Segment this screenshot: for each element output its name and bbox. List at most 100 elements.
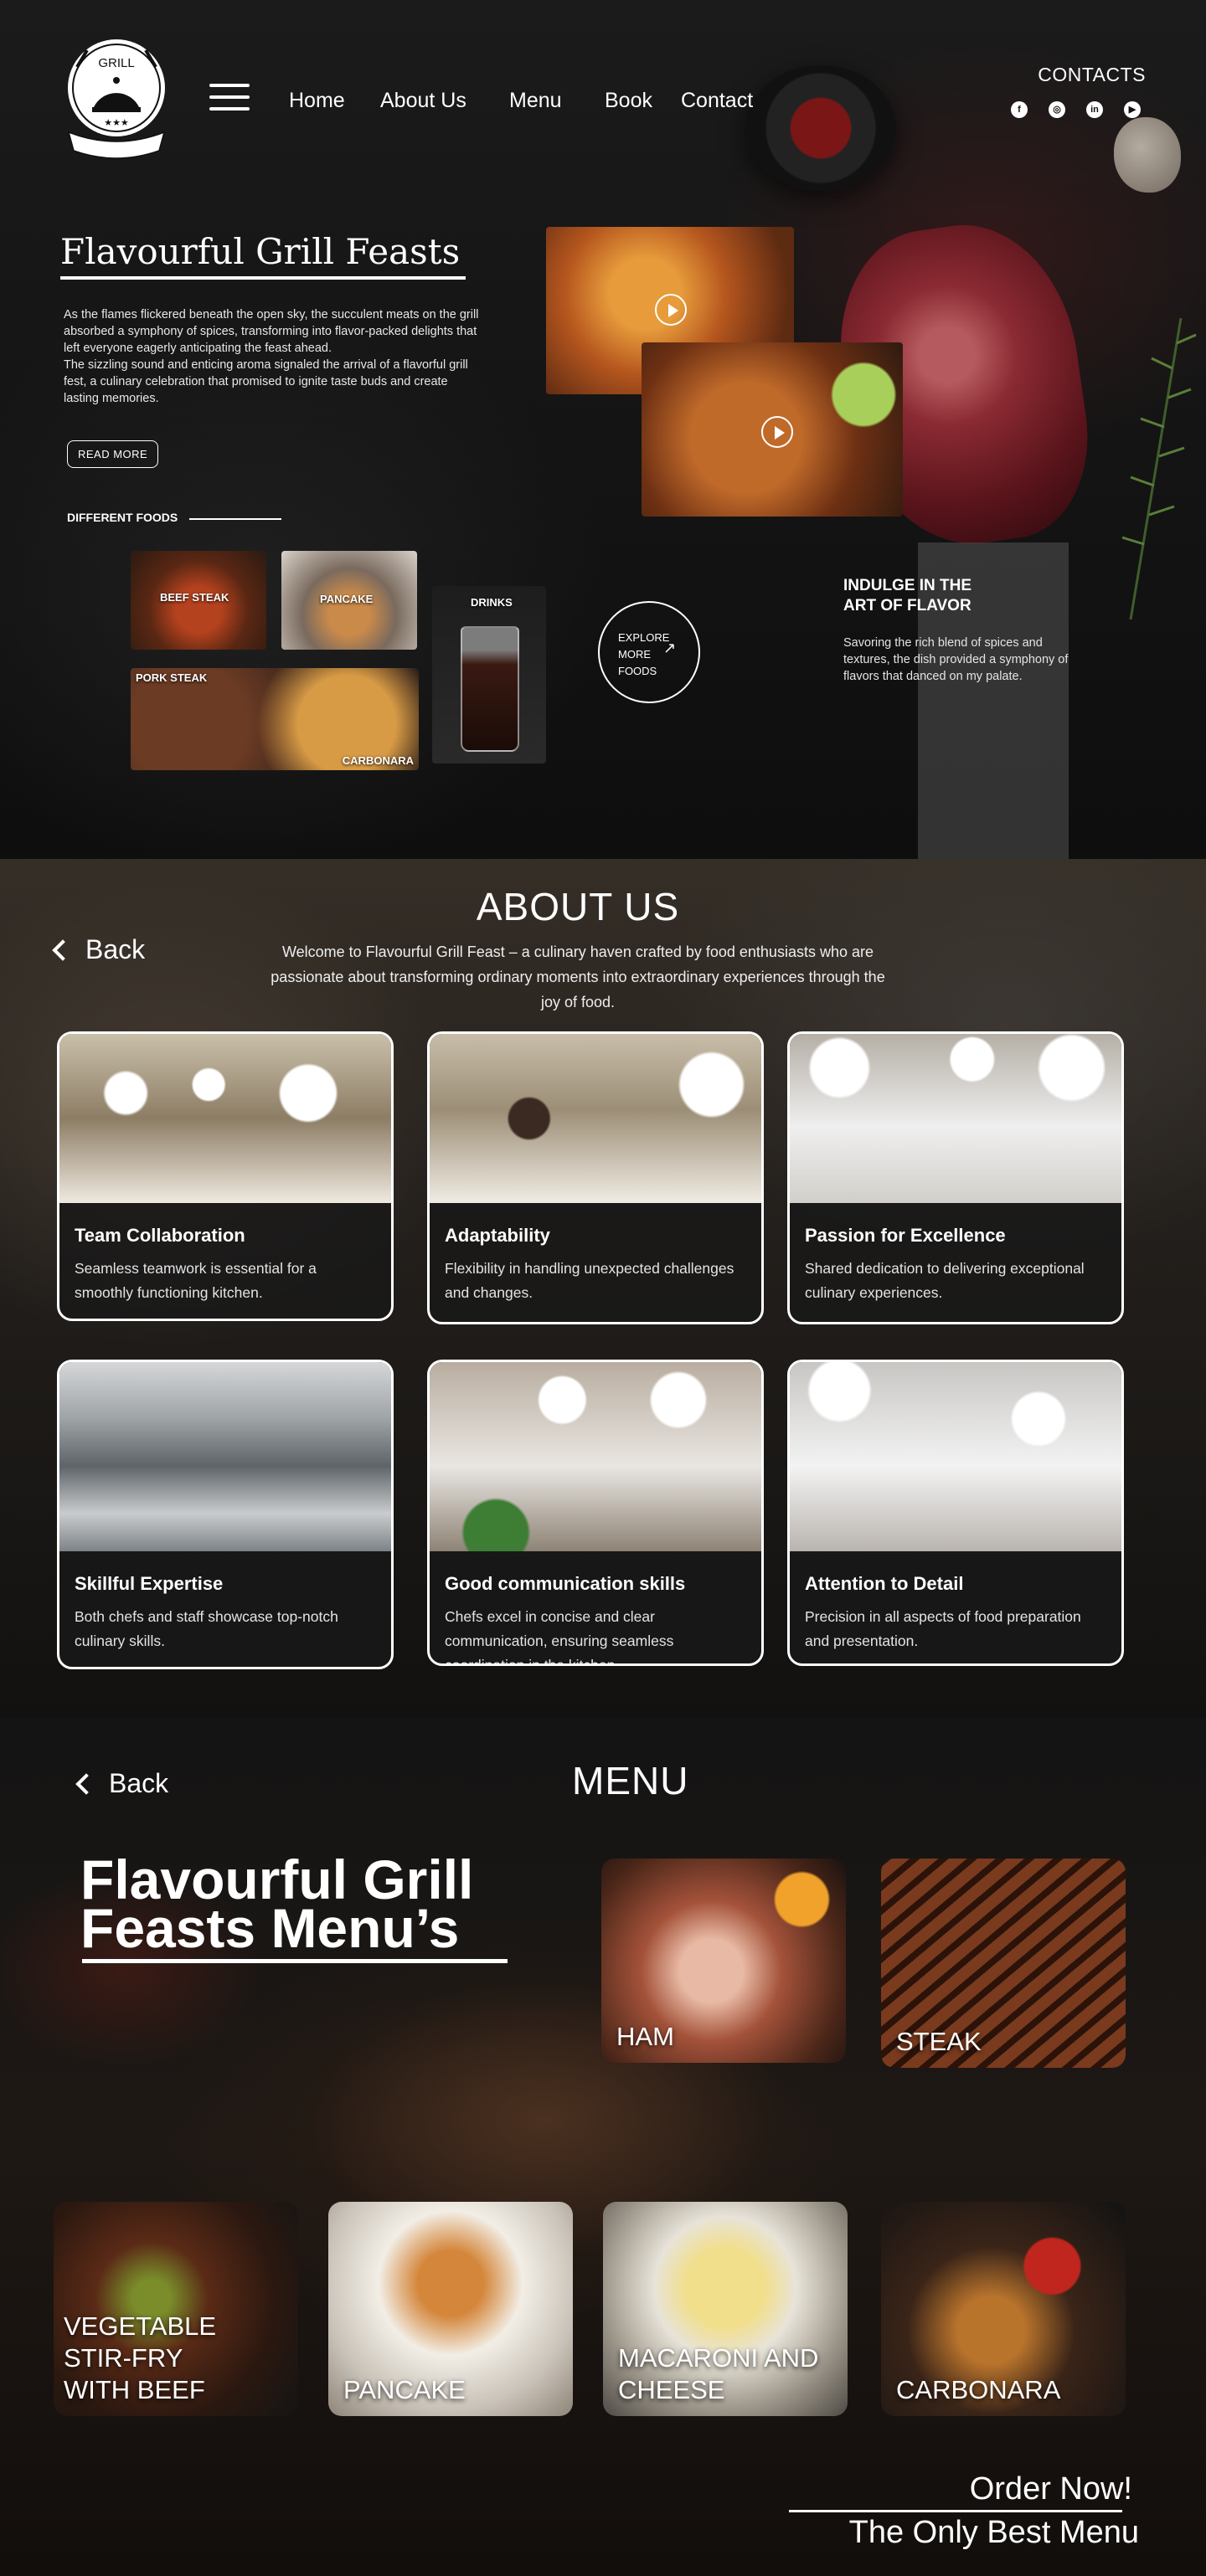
card-text: Precision in all aspects of food prepara…	[805, 1608, 1081, 1649]
back-label: Back	[85, 934, 146, 964]
menu-tagline: The Only Best Menu	[848, 2515, 1139, 2550]
dish-card-carbonara[interactable]: CARBONARA	[881, 2202, 1126, 2416]
food-tile-drinks[interactable]: DRINKS	[432, 586, 546, 764]
about-card: Good communication skills Chefs excel in…	[427, 1360, 764, 1666]
indulge-title: INDULGE IN THE ART OF FLAVOR	[843, 576, 972, 616]
about-title: ABOUT US	[476, 885, 680, 928]
card-text: Seamless teamwork is essential for a smo…	[75, 1260, 317, 1301]
hero-paragraph-1: As the flames flickered beneath the open…	[64, 308, 479, 355]
read-more-button[interactable]: READ MORE	[67, 440, 159, 468]
explore-line: FOODS	[618, 665, 657, 677]
food-tile-beef-steak[interactable]: BEEF STEAK	[131, 551, 266, 650]
card-title: Team Collaboration	[75, 1225, 245, 1246]
youtube-icon[interactable]: ▶	[1124, 101, 1141, 118]
hamburger-menu-icon[interactable]	[209, 84, 250, 111]
about-intro: Welcome to Flavourful Grill Feast – a cu…	[271, 944, 885, 1010]
food-tile-pork-steak-carbonara[interactable]: PORK STEAK CARBONARA	[131, 668, 419, 770]
dish-name-line: MACARONI AND	[618, 2343, 819, 2373]
chefs-photo	[790, 1034, 1121, 1203]
card-text: Chefs excel in concise and clear communi…	[445, 1608, 674, 1666]
play-icon[interactable]	[761, 416, 793, 448]
different-foods-label: DIFFERENT FOODS	[67, 511, 178, 524]
dish-name: CARBONARA	[896, 2375, 1061, 2404]
instagram-icon[interactable]: ◎	[1049, 101, 1065, 118]
chefs-photo	[430, 1362, 761, 1551]
video-thumbnail-chicken[interactable]	[642, 342, 903, 517]
card-text: Shared dedication to delivering exceptio…	[805, 1260, 1085, 1301]
contacts-title: CONTACTS	[1038, 64, 1146, 85]
dish-name: VEGETABLE STIR-FRY WITH BEEF	[64, 2311, 216, 2406]
explore-line: EXPLORE	[618, 631, 670, 644]
cola-glass-image	[461, 626, 519, 752]
about-card: Skillful Expertise Both chefs and staff …	[57, 1360, 394, 1669]
nav-book[interactable]: Book	[605, 89, 652, 113]
menu-headline-line: Feasts Menu’s	[80, 1897, 460, 1959]
about-card: Attention to Detail Precision in all asp…	[787, 1360, 1124, 1666]
different-foods-divider	[189, 518, 281, 520]
chefs-photo	[790, 1362, 1121, 1551]
chevron-left-icon	[75, 1772, 97, 1795]
order-now-link[interactable]: Order Now!	[970, 2471, 1132, 2507]
order-now-underline	[789, 2510, 1122, 2512]
dish-name-line: STIR-FRY	[64, 2343, 183, 2373]
dish-card-vegetable-stir-fry[interactable]: VEGETABLE STIR-FRY WITH BEEF	[54, 2202, 298, 2416]
food-tile-pancake[interactable]: PANCAKE	[281, 551, 417, 650]
indulge-title-line: ART OF FLAVOR	[843, 597, 972, 614]
card-title: Good communication skills	[445, 1573, 686, 1594]
menu-back-button[interactable]: Back	[75, 1768, 169, 1799]
peppercorn-bowl	[745, 65, 896, 191]
about-card: Adaptability Flexibility in handling une…	[427, 1031, 764, 1324]
linkedin-icon[interactable]: in	[1086, 101, 1103, 118]
dish-card-macaroni[interactable]: MACARONI AND CHEESE	[603, 2202, 848, 2416]
svg-text:★★★: ★★★	[104, 118, 129, 128]
dish-name-line: WITH BEEF	[64, 2375, 205, 2404]
about-back-button[interactable]: Back	[52, 934, 146, 965]
hero-title: Flavourful Grill Feasts	[60, 231, 461, 272]
food-tile-label: BEEF STEAK	[160, 591, 229, 604]
garlic-clove	[1114, 117, 1181, 193]
dish-name: MACARONI AND CHEESE	[618, 2342, 818, 2406]
facebook-icon[interactable]: f	[1011, 101, 1028, 118]
dish-card-steak[interactable]: STEAK	[881, 1859, 1126, 2068]
about-card: Passion for Excellence Shared dedication…	[787, 1031, 1124, 1324]
food-tile-label: CARBONARA	[342, 754, 414, 767]
chefs-photo	[59, 1034, 391, 1203]
indulge-text: Savoring the rich blend of spices and te…	[843, 636, 1069, 683]
food-tile-label: PANCAKE	[320, 593, 374, 605]
dish-name-line: VEGETABLE	[64, 2311, 217, 2341]
svg-text:GRILL: GRILL	[98, 56, 134, 70]
hero-section: GRILL ★★★ Home About Us Menu Book Contac…	[0, 0, 1206, 859]
card-title: Adaptability	[445, 1225, 550, 1246]
chefs-photo	[430, 1034, 761, 1203]
play-icon[interactable]	[655, 294, 687, 326]
food-tile-label: DRINKS	[471, 596, 513, 609]
kitchen-photo	[59, 1362, 391, 1551]
dish-name: PANCAKE	[343, 2375, 466, 2404]
hero-paragraph: As the flames flickered beneath the open…	[64, 306, 482, 407]
card-text: Flexibility in handling unexpected chall…	[445, 1260, 734, 1301]
nav-contact[interactable]: Contact	[681, 89, 753, 113]
card-title: Attention to Detail	[805, 1573, 964, 1594]
back-label: Back	[109, 1768, 169, 1798]
nav-menu[interactable]: Menu	[509, 89, 562, 113]
dish-name-line: CHEESE	[618, 2375, 725, 2404]
hero-paragraph-2: The sizzling sound and enticing aroma si…	[64, 358, 468, 405]
menu-title: MENU	[572, 1759, 689, 1802]
dish-name: STEAK	[896, 2027, 982, 2056]
arrow-up-right-icon: ↗	[663, 640, 677, 656]
grill-logo[interactable]: GRILL ★★★	[62, 33, 171, 167]
card-title: Skillful Expertise	[75, 1573, 224, 1594]
card-title: Passion for Excellence	[805, 1225, 1006, 1246]
hero-title-underline	[60, 276, 466, 280]
dish-card-pancake[interactable]: PANCAKE	[328, 2202, 573, 2416]
dish-card-ham[interactable]: HAM	[601, 1859, 846, 2063]
nav-about-us[interactable]: About Us	[380, 89, 466, 113]
food-tile-label: PORK STEAK	[136, 671, 208, 684]
menu-headline: Flavourful Grill Feasts Menu’s	[80, 1852, 473, 1959]
about-section: Back ABOUT US Welcome to Flavourful Gril…	[0, 859, 1206, 1718]
card-text: Both chefs and staff showcase top-notch …	[75, 1608, 338, 1649]
rosemary-sprig	[1121, 318, 1197, 620]
nav-home[interactable]: Home	[289, 89, 345, 113]
indulge-title-line: INDULGE IN THE	[843, 577, 972, 594]
about-card: Team Collaboration Seamless teamwork is …	[57, 1031, 394, 1321]
